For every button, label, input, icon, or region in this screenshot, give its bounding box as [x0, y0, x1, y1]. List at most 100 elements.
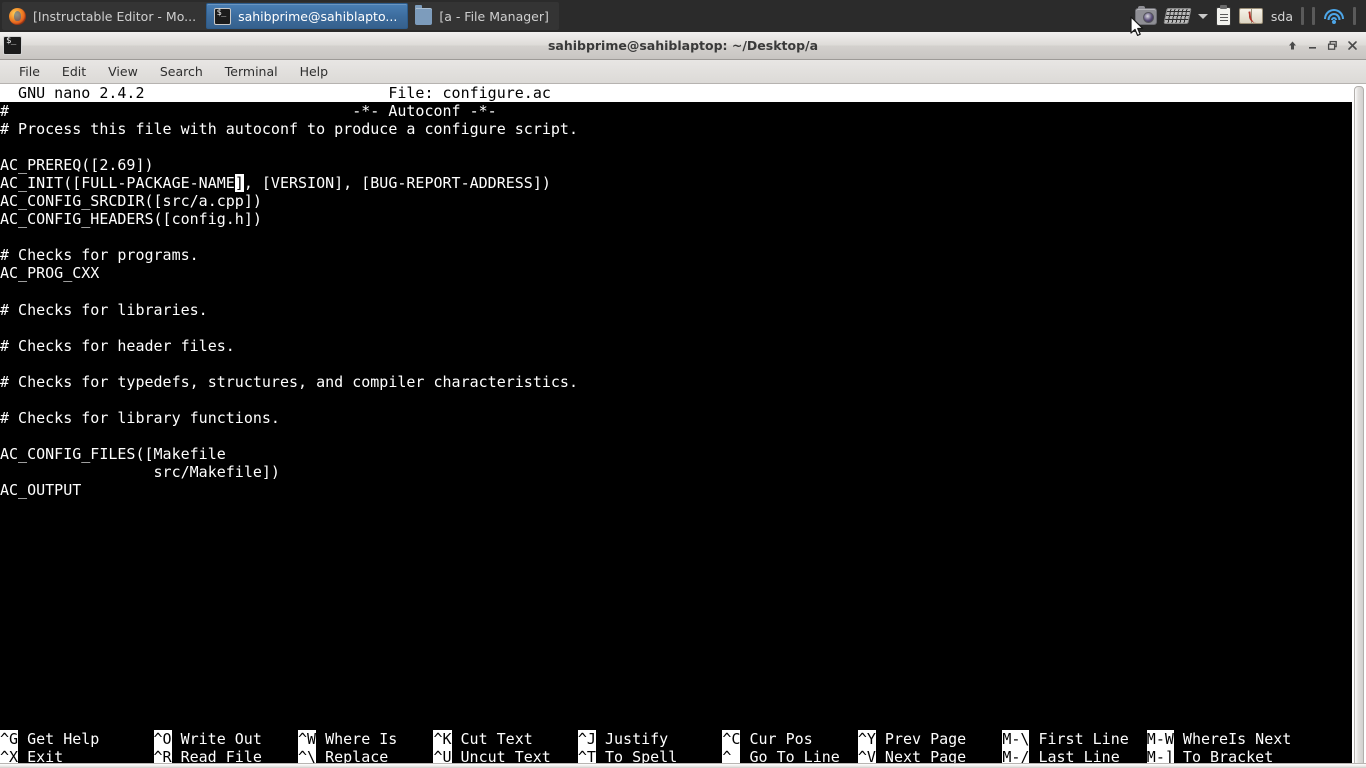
nano-line-text: , [VERSION], [BUG-REPORT-ADDRESS]) — [243, 174, 551, 193]
keyboard-layout-tray-button[interactable] — [1161, 0, 1194, 32]
nano-line: AC_CONFIG_HEADERS([config.h]) — [0, 210, 262, 229]
nano-line: # -*- Autoconf -*- — [0, 102, 497, 121]
dictionary-tray-button[interactable] — [1235, 0, 1267, 32]
tray-separator — [1301, 7, 1304, 25]
nano-line: # Checks for header files. — [0, 336, 235, 355]
wifi-icon — [1323, 8, 1345, 25]
nano-line: AC_CONFIG_FILES([Makefile — [0, 444, 226, 463]
text-cursor: ] — [234, 174, 244, 193]
nano-shortcut[interactable]: ^O Write Out — [153, 729, 262, 748]
menu-help[interactable]: Help — [289, 62, 340, 81]
nano-shortcut-key: ^K — [433, 729, 452, 748]
maximize-window-button[interactable] — [1322, 36, 1342, 56]
nano-shortcut-key: M-W — [1146, 729, 1174, 748]
nano-shortcut-key: ^G — [0, 729, 19, 748]
folder-icon — [415, 5, 433, 25]
window-titlebar[interactable]: sahibprime@sahiblaptop: ~/Desktop/a — [0, 32, 1366, 60]
nano-shortcut-label: Justify — [595, 729, 669, 748]
clipboard-tray-button[interactable] — [1212, 0, 1235, 32]
nano-line: # Process this file with autoconf to pro… — [0, 120, 578, 139]
firefox-icon — [9, 7, 26, 25]
nano-shortcut-label: WhereIs Next — [1173, 729, 1292, 748]
menu-terminal[interactable]: Terminal — [214, 62, 289, 81]
nano-shortcut[interactable]: M-\ First Line — [1002, 729, 1129, 748]
taskbar-item-firefox[interactable]: [Instructable Editor - Mo... — [2, 3, 206, 29]
nano-shortcut-label: Cur Pos — [740, 729, 813, 748]
nano-shortcut-label: First Line — [1029, 729, 1129, 748]
tray-separator — [1353, 7, 1356, 25]
dictionary-book-icon — [1238, 8, 1263, 24]
nano-line: AC_PREREQ([2.69]) — [0, 156, 154, 175]
nano-line: # Checks for programs. — [0, 246, 199, 265]
scrollbar-thumb[interactable] — [1354, 86, 1364, 766]
close-window-button[interactable] — [1342, 36, 1362, 56]
taskbar-item-terminal[interactable]: sahibprime@sahiblapto... — [206, 3, 409, 29]
nano-text-area[interactable]: # -*- Autoconf -*- # Process this file wi… — [0, 102, 1352, 499]
nano-shortcut-label: Get Help — [18, 729, 100, 748]
nano-shortcut-label: Where Is — [316, 729, 398, 748]
keyboard-layout-icon — [1163, 8, 1192, 24]
taskbar-item-label: [a - File Manager] — [439, 8, 549, 24]
terminal-window: sahibprime@sahiblaptop: ~/Desktop/a — [0, 32, 1366, 768]
terminal-body: GNU nano 2.4.2 File: configure.ac # -*- … — [0, 84, 1366, 768]
tray-separator — [1312, 7, 1315, 25]
camera-icon — [1134, 5, 1157, 25]
nano-shortcut-label: Write Out — [171, 729, 262, 748]
minimize-window-button[interactable] — [1302, 36, 1322, 56]
nano-line — [0, 391, 1352, 409]
nano-line — [0, 228, 1352, 246]
nano-shortcut[interactable]: ^C Cur Pos — [722, 729, 813, 748]
taskbar-item-label: [Instructable Editor - Mo... — [33, 8, 197, 24]
window-bottom-edge — [0, 763, 1366, 768]
nano-line: src/Makefile]) — [0, 462, 280, 481]
nano-line — [0, 427, 1352, 445]
nano-line — [0, 138, 1352, 156]
menu-edit[interactable]: Edit — [51, 62, 97, 81]
shade-window-button[interactable] — [1282, 36, 1302, 56]
terminal-icon — [214, 7, 232, 25]
menu-search[interactable]: Search — [149, 62, 214, 81]
nano-title-bar: GNU nano 2.4.2 File: configure.ac — [0, 84, 1352, 103]
nano-shortcut-key: ^J — [577, 729, 596, 748]
nano-editor-screen[interactable]: GNU nano 2.4.2 File: configure.ac # -*- … — [0, 84, 1352, 768]
network-tray-button[interactable] — [1319, 0, 1349, 32]
menu-file[interactable]: File — [8, 62, 51, 81]
nano-line — [0, 319, 1352, 337]
nano-shortcut[interactable]: ^Y Prev Page — [857, 729, 966, 748]
nano-shortcut-row-1: ^G Get Help ^O Write Out ^W Where Is ^K Cut… — [0, 729, 1352, 748]
desktop-taskbar: [Instructable Editor - Mo... sahibprime@… — [0, 0, 1366, 32]
nano-shortcut-key: M-\ — [1002, 729, 1030, 748]
clipboard-icon — [1215, 4, 1231, 26]
window-title: sahibprime@sahiblaptop: ~/Desktop/a — [547, 38, 819, 53]
nano-shortcut-key: ^O — [153, 729, 172, 748]
nano-line — [0, 355, 1352, 373]
terminal-scrollbar[interactable] — [1352, 84, 1366, 768]
nano-line-with-cursor: AC_INIT([FULL-PACKAGE-NAME], [VERSION], … — [0, 174, 1352, 193]
nano-line: AC_PROG_CXX — [0, 264, 100, 283]
nano-line: # Checks for libraries. — [0, 300, 208, 319]
nano-shortcut[interactable]: ^J Justify — [577, 729, 669, 748]
taskbar-item-file-manager[interactable]: [a - File Manager] — [408, 3, 559, 29]
nano-line: # Checks for library functions. — [0, 408, 280, 427]
window-task-list: [Instructable Editor - Mo... sahibprime@… — [2, 2, 559, 30]
nano-line-text: AC_INIT([FULL-PACKAGE-NAME — [0, 174, 235, 193]
disk-indicator-label: sda — [1270, 8, 1293, 24]
nano-shortcut[interactable]: M-W WhereIs Next — [1146, 729, 1292, 748]
nano-line: AC_OUTPUT — [0, 481, 82, 500]
system-tray: sda — [1131, 0, 1366, 32]
nano-shortcut-label: Cut Text — [451, 729, 533, 748]
terminal-icon — [3, 36, 22, 55]
chevron-down-icon — [1197, 13, 1208, 19]
terminal-menubar: File Edit View Search Terminal Help — [0, 60, 1366, 84]
menu-view[interactable]: View — [97, 62, 149, 81]
screenshot-tray-button[interactable] — [1131, 0, 1161, 32]
nano-shortcut[interactable]: ^G Get Help — [0, 729, 100, 748]
nano-shortcut-key: ^W — [297, 729, 317, 748]
nano-shortcut[interactable]: ^K Cut Text — [433, 729, 533, 748]
taskbar-item-label: sahibprime@sahiblapto... — [238, 8, 398, 24]
nano-shortcut[interactable]: ^W Where Is — [297, 729, 398, 748]
nano-line: AC_CONFIG_SRCDIR([src/a.cpp]) — [0, 192, 262, 211]
nano-shortcut-key: ^Y — [857, 729, 876, 748]
window-controls — [1282, 36, 1366, 56]
keyboard-layout-dropdown[interactable] — [1194, 0, 1212, 32]
